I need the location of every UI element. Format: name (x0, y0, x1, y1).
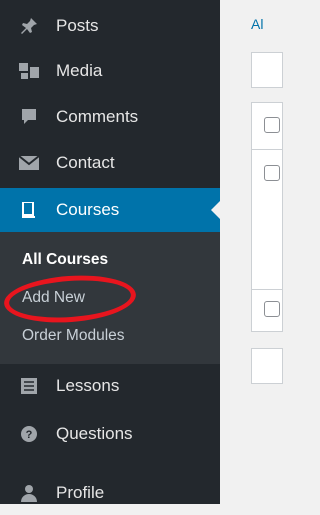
svg-text:?: ? (26, 429, 33, 441)
submenu-item-all-courses[interactable]: All Courses (22, 251, 108, 269)
active-indicator-arrow (211, 201, 220, 219)
sidebar-item-contact[interactable]: Contact (0, 141, 220, 185)
row-checkbox[interactable] (264, 165, 280, 181)
sidebar-item-profile[interactable]: Profile (0, 471, 220, 515)
sidebar-item-questions[interactable]: ? Questions (0, 412, 220, 456)
submenu-item-order-modules[interactable]: Order Modules (22, 327, 125, 345)
sidebar-item-lessons[interactable]: Lessons (0, 364, 220, 408)
question-icon: ? (18, 423, 40, 445)
sidebar-item-label: Contact (56, 153, 115, 172)
filter-link[interactable]: Al (251, 16, 263, 32)
footer-checkbox[interactable] (264, 301, 280, 317)
book-icon (18, 199, 40, 221)
courses-table (251, 102, 283, 332)
main-content-area: Al (220, 0, 283, 504)
media-icon (18, 60, 40, 82)
user-icon (18, 482, 40, 504)
table-divider (252, 149, 282, 150)
pushpin-icon (18, 15, 40, 37)
bottom-bulk-action-select[interactable] (251, 348, 283, 384)
admin-sidebar: Posts Media Comments Contact Courses All… (0, 0, 220, 504)
bulk-action-select[interactable] (251, 52, 283, 88)
sidebar-item-media[interactable]: Media (0, 49, 220, 93)
sidebar-item-courses[interactable]: Courses (0, 188, 220, 232)
envelope-icon (18, 152, 40, 174)
table-divider (252, 289, 282, 290)
sidebar-item-comments[interactable]: Comments (0, 95, 220, 139)
comment-icon (18, 106, 40, 128)
sidebar-item-label: Media (56, 61, 103, 80)
sidebar-item-label: Posts (56, 16, 99, 35)
sidebar-item-label: Lessons (56, 376, 120, 395)
sidebar-item-label: Courses (56, 200, 120, 219)
select-all-checkbox[interactable] (264, 117, 280, 133)
list-icon (18, 375, 40, 397)
sidebar-item-label: Profile (56, 483, 105, 502)
sidebar-item-label: Comments (56, 107, 139, 126)
sidebar-item-posts[interactable]: Posts (0, 4, 220, 48)
sidebar-item-label: Questions (56, 424, 133, 443)
